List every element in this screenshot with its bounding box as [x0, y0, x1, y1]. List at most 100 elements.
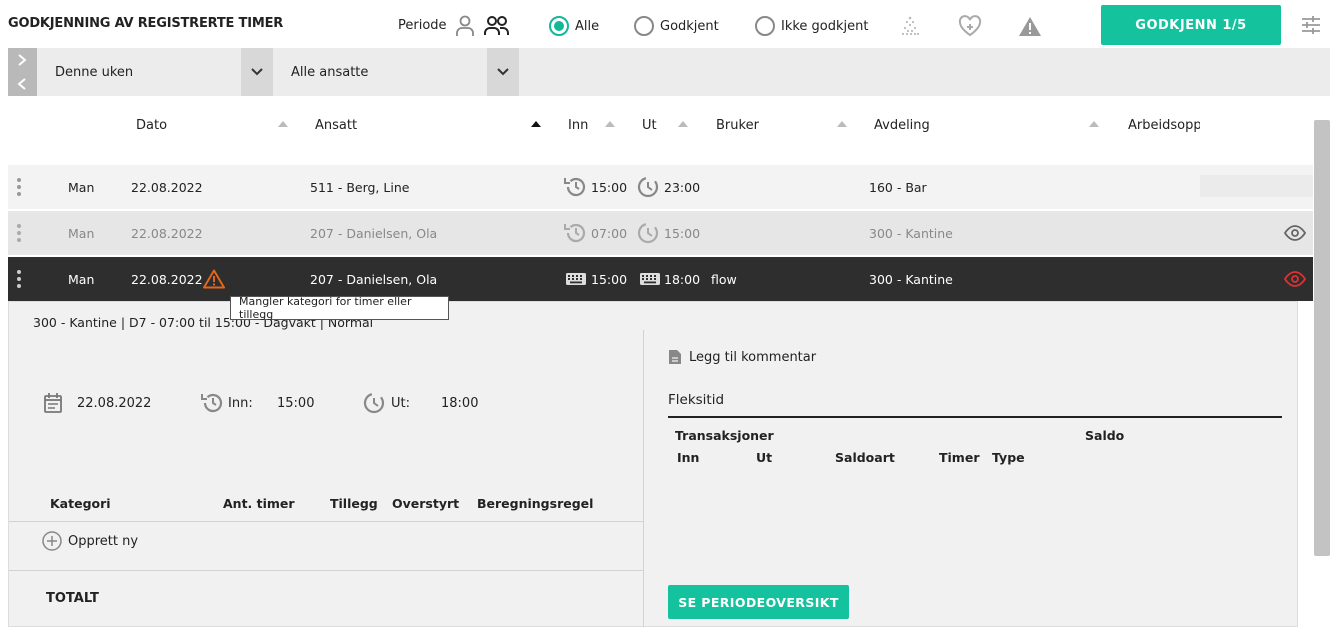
flex-underline — [668, 416, 1282, 418]
period-dropdown-toggle[interactable] — [241, 48, 273, 96]
sort-icon[interactable] — [836, 120, 848, 128]
col-header-inn[interactable]: Inn — [568, 118, 588, 133]
plus-circle-icon — [42, 531, 62, 551]
detail-in-value[interactable]: 15:00 — [277, 396, 314, 411]
period-dropdown[interactable]: Denne uken — [55, 48, 235, 96]
clock-out-icon — [636, 211, 662, 255]
sort-icon[interactable] — [677, 120, 689, 128]
cat-col-overstyrt: Overstyrt — [392, 496, 460, 511]
col-header-ansatt[interactable]: Ansatt — [315, 118, 357, 133]
period-overview-button[interactable]: SE PERIODEOVERSIKT — [668, 585, 849, 619]
create-new-button[interactable]: Opprett ny — [42, 531, 138, 551]
row-out: 23:00 — [664, 179, 701, 195]
sort-icon[interactable] — [604, 120, 616, 128]
saldo-label: Saldo — [1085, 428, 1125, 443]
eye-icon[interactable] — [1284, 211, 1306, 255]
cat-col-kategori: Kategori — [50, 496, 111, 511]
transactions-label: Transaksjoner — [675, 428, 774, 443]
tx-col-inn: Inn — [677, 450, 700, 465]
divider — [9, 521, 643, 522]
detail-out-label: Ut: — [391, 396, 410, 411]
row-day: Man — [68, 225, 95, 241]
settings-sliders-icon[interactable] — [1301, 15, 1321, 35]
flex-title: Fleksitid — [668, 392, 725, 408]
row-menu-icon[interactable] — [17, 224, 21, 242]
cat-col-beregningsregel: Beregningsregel — [477, 496, 594, 511]
sort-icon[interactable] — [1088, 120, 1100, 128]
row-user: flow — [711, 271, 737, 287]
clock-out-icon — [362, 391, 388, 415]
period-nav — [8, 48, 37, 96]
row-in: 15:00 — [591, 271, 628, 287]
clock-out-icon — [636, 165, 662, 209]
sort-active-icon[interactable] — [530, 120, 542, 128]
divider — [9, 570, 643, 571]
chevron-down-icon — [497, 68, 509, 76]
row-department: 160 - Bar — [869, 179, 927, 195]
warning-filter-icon[interactable] — [1018, 16, 1042, 37]
row-date: 22.08.2022 — [131, 225, 203, 241]
group-people-icon[interactable] — [484, 15, 510, 37]
employee-dropdown[interactable]: Alle ansatte — [291, 48, 481, 96]
col-header-arbeidsoppgave[interactable]: Arbeidsopp — [1128, 118, 1200, 133]
chevron-down-icon — [251, 68, 263, 76]
clock-in-icon — [199, 391, 225, 415]
col-header-dato[interactable]: Dato — [136, 118, 167, 133]
sort-icon[interactable] — [277, 120, 289, 128]
row-employee: 207 - Danielsen, Ola — [310, 225, 438, 241]
cat-col-tillegg: Tillegg — [330, 496, 378, 511]
tx-col-timer: Timer — [939, 450, 980, 465]
row-in: 07:00 — [591, 225, 628, 241]
row-department: 300 - Kantine — [869, 271, 953, 287]
heart-plus-icon[interactable] — [958, 15, 982, 37]
col-header-bruker[interactable]: Bruker — [716, 118, 759, 133]
calendar-icon — [43, 392, 63, 414]
detail-out-value[interactable]: 18:00 — [441, 396, 478, 411]
filter-radio-godkjent[interactable]: Godkjent — [634, 16, 719, 36]
detail-date: 22.08.2022 — [77, 396, 152, 411]
row-department: 300 - Kantine — [869, 225, 953, 241]
row-out: 15:00 — [664, 225, 701, 241]
dotted-figure-icon[interactable] — [900, 15, 920, 37]
single-person-icon[interactable] — [455, 15, 475, 37]
add-comment-button[interactable]: Legg til kommentar — [668, 349, 816, 365]
tx-col-saldoart: Saldoart — [835, 450, 895, 465]
previous-period-icon[interactable] — [16, 77, 28, 91]
detail-in-label: Inn: — [228, 396, 253, 411]
row-out: 18:00 — [664, 271, 701, 287]
panel-divider — [643, 330, 644, 627]
row-menu-icon[interactable] — [17, 270, 21, 288]
clock-in-icon — [562, 165, 588, 209]
vertical-scrollbar[interactable] — [1314, 120, 1330, 556]
employee-dropdown-toggle[interactable] — [487, 48, 519, 96]
row-day: Man — [68, 179, 95, 195]
keyboard-icon — [639, 257, 661, 301]
detail-panel — [8, 301, 1298, 627]
col-header-avdeling[interactable]: Avdeling — [874, 118, 930, 133]
table-row[interactable]: Man 22.08.2022 511 - Berg, Line 15:00 23… — [8, 165, 1313, 209]
periode-label: Periode — [398, 18, 447, 33]
col-header-ut[interactable]: Ut — [642, 118, 657, 133]
approve-button[interactable]: GODKJENN 1/5 — [1101, 5, 1281, 45]
page-title: GODKJENNING AV REGISTRERTE TIMER — [8, 16, 284, 31]
row-date: 22.08.2022 — [131, 179, 203, 195]
row-in: 15:00 — [591, 179, 628, 195]
eye-icon[interactable] — [1284, 257, 1306, 301]
table-row[interactable]: Man 22.08.2022 207 - Danielsen, Ola 07:0… — [8, 211, 1313, 255]
row-employee: 511 - Berg, Line — [310, 179, 410, 195]
keyboard-icon — [565, 257, 587, 301]
row-day: Man — [68, 271, 95, 287]
document-icon — [669, 350, 681, 364]
next-period-icon[interactable] — [16, 53, 28, 67]
warning-icon[interactable] — [203, 257, 225, 301]
filter-radio-alle[interactable]: Alle — [549, 16, 599, 36]
total-label: TOTALT — [46, 591, 99, 606]
row-date: 22.08.2022 — [131, 271, 203, 287]
tx-col-type: Type — [992, 450, 1025, 465]
row-task-cell — [1200, 175, 1313, 197]
table-row-selected[interactable]: Man 22.08.2022 207 - Danielsen, Ola 15:0… — [8, 257, 1313, 301]
row-menu-icon[interactable] — [17, 178, 21, 196]
warning-tooltip: Mangler kategori for timer eller tillegg — [230, 295, 449, 321]
clock-in-icon — [562, 211, 588, 255]
filter-radio-ikke-godkjent[interactable]: Ikke godkjent — [755, 16, 869, 36]
